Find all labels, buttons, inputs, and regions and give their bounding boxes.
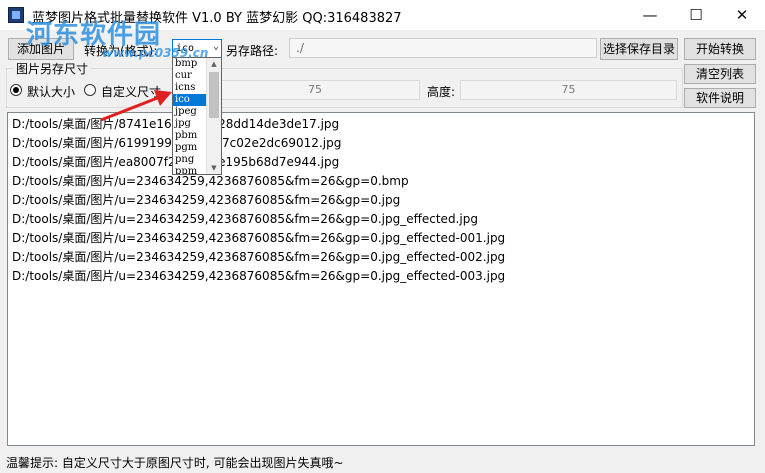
annotation-arrow-icon	[100, 90, 172, 122]
status-bar: 温馨提示: 自定义尺寸大于原图尺寸时, 可能会出现图片失真哦~	[0, 448, 765, 473]
status-tip: 温馨提示: 自定义尺寸大于原图尺寸时, 可能会出现图片失真哦~	[6, 456, 344, 470]
